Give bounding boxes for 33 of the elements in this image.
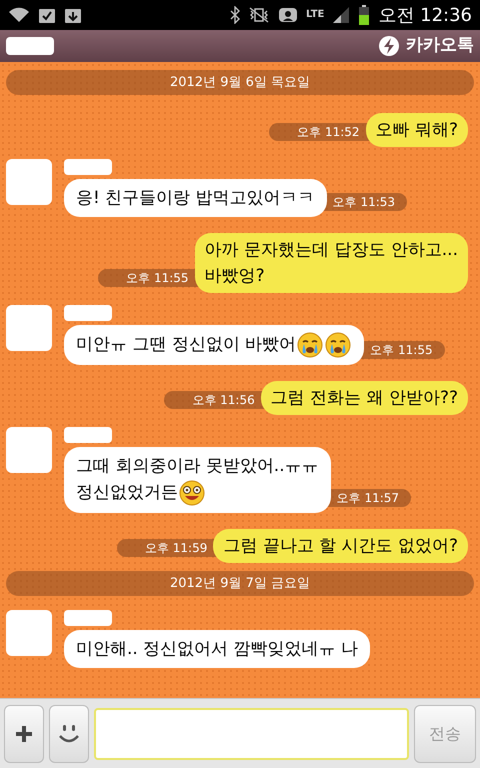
message-bubble: 그럼 끝나고 할 시간도 없었어? bbox=[213, 529, 468, 563]
checkbox-icon bbox=[38, 6, 56, 24]
avatar[interactable] bbox=[6, 159, 52, 205]
app-title: 카카오톡 bbox=[406, 34, 474, 58]
network-label: LTE bbox=[306, 10, 324, 20]
add-button[interactable] bbox=[4, 704, 44, 762]
message-input-field[interactable] bbox=[94, 708, 409, 760]
message-bubble: 아까 문자했는데 답장도 안하고... 바빴엉? bbox=[194, 233, 468, 293]
wifi-icon bbox=[8, 7, 30, 23]
message-bubble: 오빠 뭐해? bbox=[366, 113, 468, 147]
vibrate-icon bbox=[248, 6, 270, 24]
bluetooth-icon bbox=[230, 6, 240, 24]
redacted-name bbox=[64, 305, 112, 321]
message-bubble: 응! 친구들이랑 밥먹고있어ㅋㅋ bbox=[64, 179, 327, 217]
message-bubble: 미안해.. 정신없어서 깜빡잊었네ㅠ 나 bbox=[64, 630, 370, 668]
lightning-logo-icon bbox=[378, 35, 400, 57]
redacted-title bbox=[6, 37, 54, 55]
redacted-name bbox=[64, 427, 112, 443]
emoticon-button[interactable] bbox=[49, 704, 89, 762]
redacted-name bbox=[64, 610, 112, 626]
battery-icon bbox=[358, 5, 370, 25]
plus-icon bbox=[14, 724, 34, 744]
message-bubble: 미안ㅠ 그땐 정신없이 바빴어 bbox=[64, 325, 364, 365]
clock: 오전 12:36 bbox=[378, 4, 472, 28]
avatar[interactable] bbox=[6, 427, 52, 473]
signal-icon bbox=[332, 6, 350, 24]
message-bubble: 그럼 전화는 왜 안받아?? bbox=[260, 381, 468, 415]
avatar[interactable] bbox=[6, 305, 52, 351]
message-bubble: 그때 회의중이라 못받았어..ㅠㅠ 정신없었거든 bbox=[64, 447, 331, 513]
avatar[interactable] bbox=[6, 610, 52, 656]
redacted-name bbox=[64, 159, 112, 175]
download-icon bbox=[64, 6, 82, 24]
smiley-icon bbox=[57, 722, 81, 744]
